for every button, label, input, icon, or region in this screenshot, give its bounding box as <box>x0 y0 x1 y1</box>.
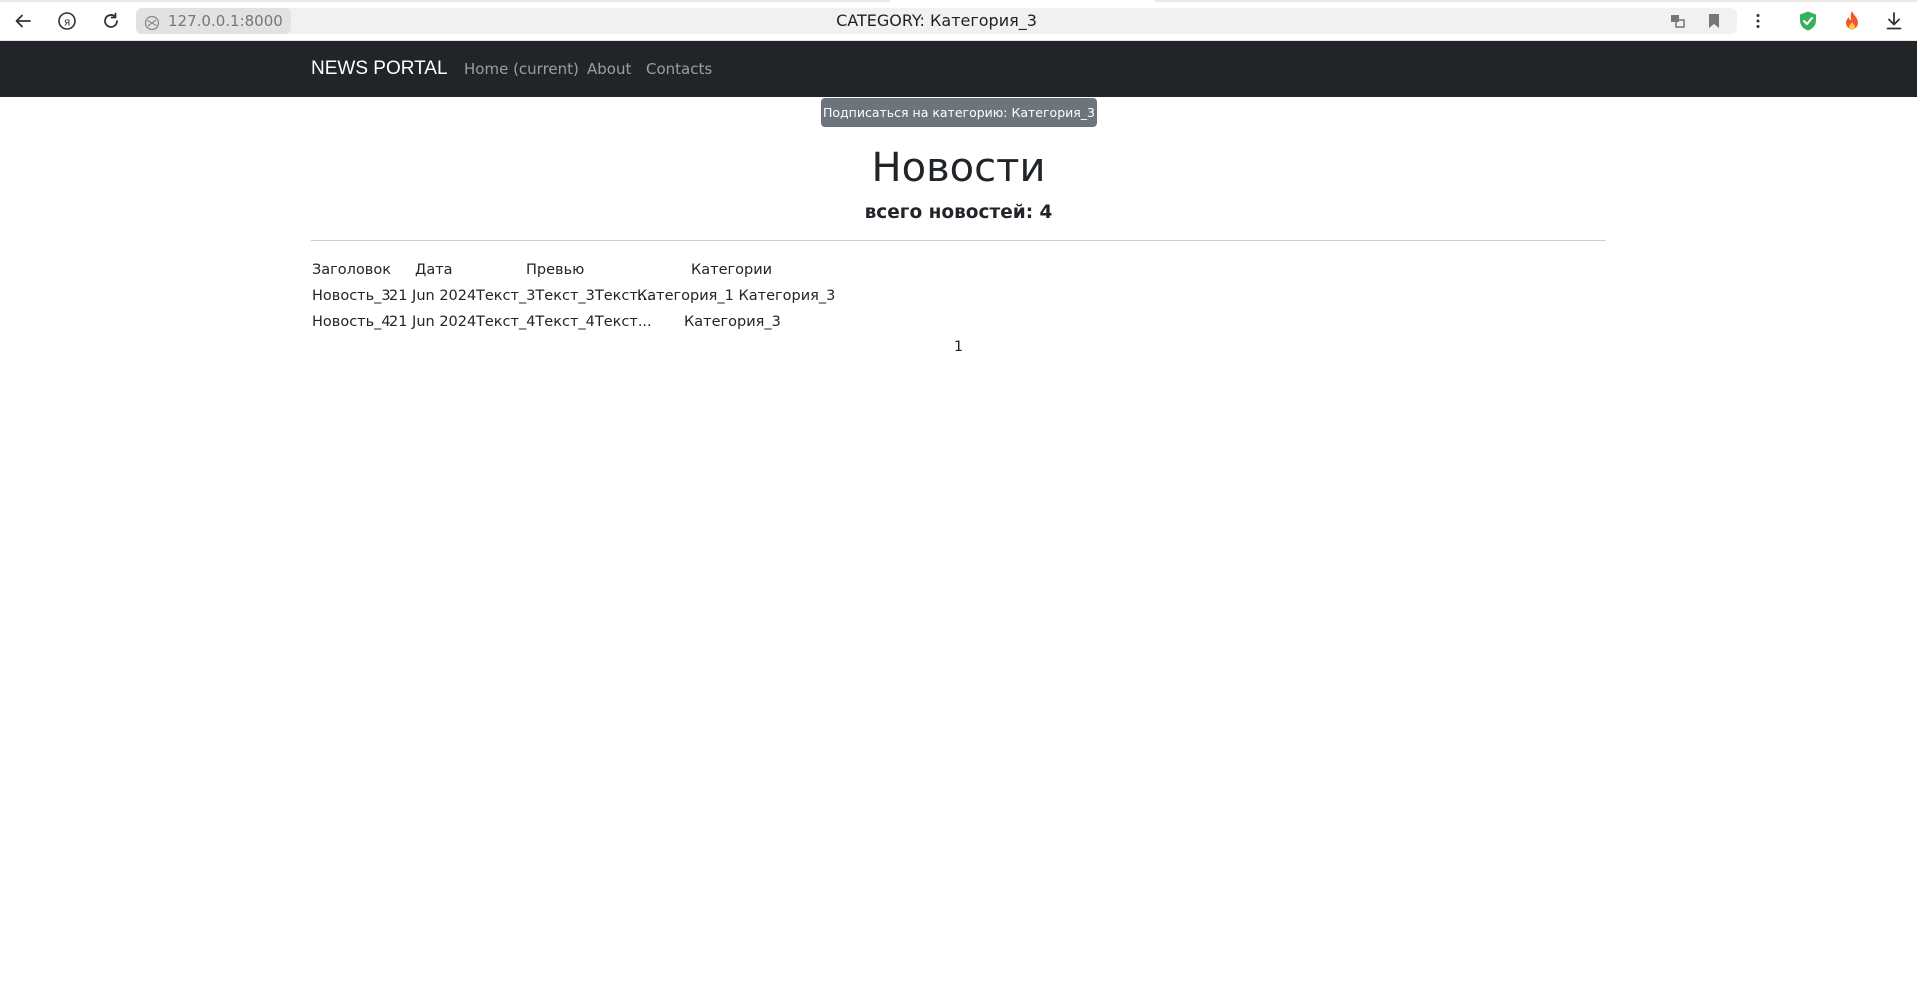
site-navbar: NEWS PORTAL Home (current) About Contact… <box>0 41 1917 97</box>
news-date: 21 Jun 2024 <box>389 288 477 304</box>
news-date: 21 Jun 2024 <box>389 314 477 330</box>
nav-link-home[interactable]: Home (current) <box>464 59 579 79</box>
news-title: Новость_3 <box>312 288 391 304</box>
bookmark-icon[interactable] <box>1699 6 1729 36</box>
news-preview: Текст_4Текст_4Текст... <box>476 314 652 330</box>
flame-icon[interactable] <box>1837 6 1867 36</box>
news-title: Новость_4 <box>312 314 391 330</box>
loading-bar-left <box>0 0 890 2</box>
news-preview: Текст_3Текст_3Текст... <box>476 288 652 304</box>
url-text: 127.0.0.1:8000 <box>168 12 283 30</box>
news-count: всего новостей: 4 <box>864 202 1053 223</box>
column-header-preview: Превью <box>526 262 585 278</box>
news-categories: Категория_1 Категория_3 <box>637 288 836 304</box>
translate-icon[interactable] <box>1663 6 1693 36</box>
page-heading: Новости <box>871 145 1046 191</box>
column-header-date: Дата <box>415 262 453 278</box>
news-categories: Категория_3 <box>684 314 781 330</box>
column-header-title: Заголовок <box>312 262 391 278</box>
download-icon[interactable] <box>1879 6 1909 36</box>
yandex-icon[interactable]: я <box>52 6 82 36</box>
nav-link-contacts[interactable]: Contacts <box>646 59 712 79</box>
address-url[interactable]: 127.0.0.1:8000 <box>136 8 291 34</box>
page-title: CATEGORY: Категория_3 <box>836 11 1037 30</box>
loading-bar-right <box>1155 0 1917 2</box>
shield-check-icon[interactable] <box>1793 6 1823 36</box>
browser-toolbar: я 127.0.0.1:8000 CATEGORY: Категория_3 <box>0 0 1917 41</box>
address-bar[interactable]: 127.0.0.1:8000 CATEGORY: Категория_3 <box>136 8 1737 34</box>
menu-dots-icon[interactable] <box>1743 6 1773 36</box>
subscribe-category-button[interactable]: Подписаться на категорию: Категория_3 <box>821 98 1097 127</box>
reload-icon[interactable] <box>96 6 126 36</box>
divider <box>311 240 1606 241</box>
navbar-brand[interactable]: NEWS PORTAL <box>311 57 448 81</box>
svg-text:я: я <box>64 16 71 29</box>
pagination-current-page: 1 <box>953 339 964 355</box>
site-info-icon[interactable] <box>144 13 160 39</box>
nav-link-about[interactable]: About <box>587 59 631 79</box>
column-header-categories: Категории <box>691 262 773 278</box>
back-arrow-icon[interactable] <box>8 6 38 36</box>
